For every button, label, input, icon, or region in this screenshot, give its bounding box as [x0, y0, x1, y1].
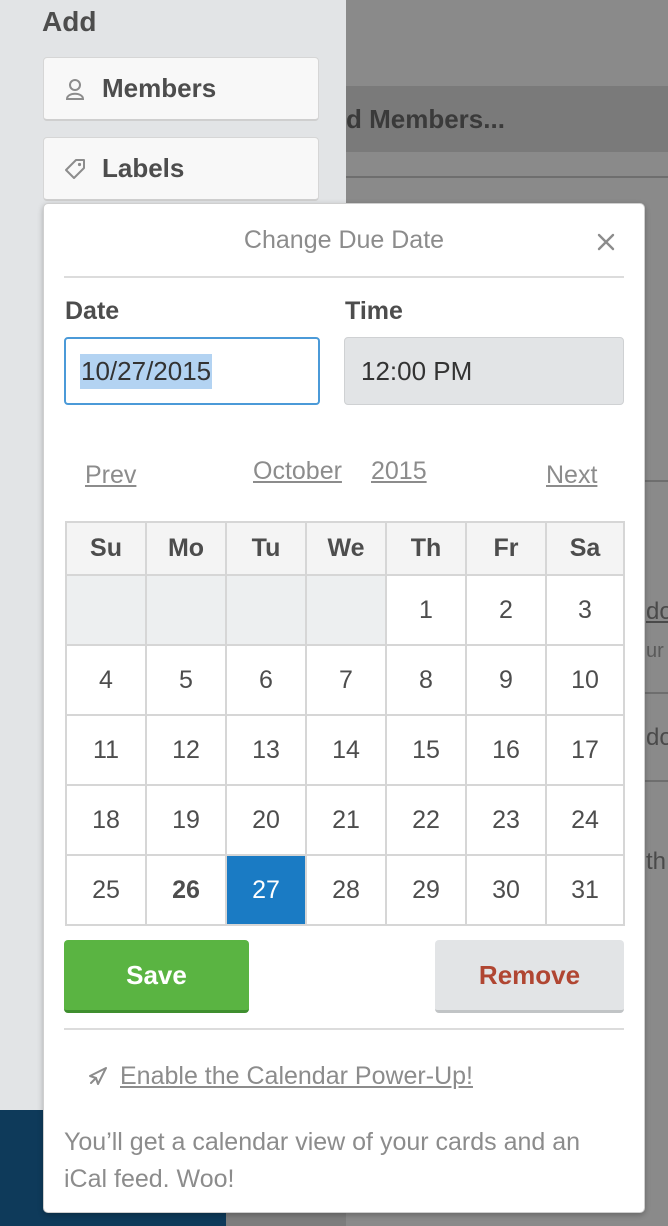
popover-divider — [64, 1028, 624, 1030]
weekday-header: Su — [65, 521, 147, 576]
calendar-week-row: 123 — [65, 574, 625, 646]
members-button[interactable]: Members — [43, 57, 319, 121]
time-input-value: 12:00 PM — [361, 355, 473, 386]
calendar-day[interactable]: 23 — [465, 784, 547, 856]
next-month-link[interactable]: Next — [546, 461, 597, 490]
calendar-day[interactable]: 22 — [385, 784, 467, 856]
save-button[interactable]: Save — [64, 940, 249, 1013]
calendar-day[interactable]: 6 — [225, 644, 307, 716]
calendar-week-row: 11 12 13 14 15 16 17 — [65, 714, 625, 786]
weekday-header: We — [305, 521, 387, 576]
calendar-week-row: 18 19 20 21 22 23 24 — [65, 784, 625, 856]
time-label: Time — [345, 297, 403, 325]
members-button-label: Members — [102, 73, 217, 103]
popover-divider — [64, 276, 624, 278]
calendar-day[interactable]: 12 — [145, 714, 227, 786]
background-fragment: do — [646, 598, 668, 625]
calendar-day[interactable]: 19 — [145, 784, 227, 856]
weekday-header: Mo — [145, 521, 227, 576]
weekday-header: Tu — [225, 521, 307, 576]
weekday-header: Th — [385, 521, 467, 576]
calendar-day[interactable]: 27 — [225, 854, 307, 926]
calendar-day[interactable]: 15 — [385, 714, 467, 786]
labels-button[interactable]: Labels — [43, 137, 319, 201]
labels-button-label: Labels — [102, 153, 185, 183]
calendar-day[interactable]: 10 — [545, 644, 625, 716]
date-input-value: 10/27/2015 — [80, 353, 213, 389]
calendar-day[interactable]: 16 — [465, 714, 547, 786]
calendar-week-row: 4 5 6 7 8 9 10 — [65, 644, 625, 716]
calendar-day[interactable]: 25 — [65, 854, 147, 926]
prev-month-link[interactable]: Prev — [85, 461, 136, 490]
calendar-empty-cell — [145, 574, 227, 646]
date-label: Date — [65, 297, 120, 325]
background-members-heading: d Members... — [346, 104, 505, 134]
calendar-day[interactable]: 31 — [545, 854, 625, 926]
background-divider — [346, 176, 668, 178]
calendar-day[interactable]: 29 — [385, 854, 467, 926]
remove-button[interactable]: Remove — [435, 940, 624, 1013]
calendar-day[interactable]: 7 — [305, 644, 387, 716]
calendar-day[interactable]: 8 — [385, 644, 467, 716]
calendar-day[interactable]: 30 — [465, 854, 547, 926]
calendar-day[interactable]: 5 — [145, 644, 227, 716]
close-icon[interactable] — [592, 228, 620, 256]
calendar-day[interactable]: 28 — [305, 854, 387, 926]
weekday-header-row: Su Mo Tu We Th Fr Sa — [65, 521, 625, 576]
calendar-day[interactable]: 2 — [465, 574, 547, 646]
calendar-powerup-row: Enable the Calendar Power-Up! — [84, 1062, 473, 1091]
calendar-day[interactable]: 20 — [225, 784, 307, 856]
weekday-header: Fr — [465, 521, 547, 576]
background-fragment: th — [646, 848, 667, 875]
calendar-day[interactable]: 4 — [65, 644, 147, 716]
calendar-week-row: 25 26 27 28 29 30 31 — [65, 854, 625, 926]
powerup-description: You’ll get a calendar view of your cards… — [64, 1128, 581, 1193]
sidebar-add-heading: Add — [42, 6, 97, 37]
time-input[interactable]: 12:00 PM — [344, 337, 624, 405]
calendar-day[interactable]: 17 — [545, 714, 625, 786]
calendar-day[interactable]: 3 — [545, 574, 625, 646]
year-select[interactable]: 2015 — [371, 457, 427, 486]
date-input[interactable]: 10/27/2015 — [64, 337, 320, 405]
calendar-day[interactable]: 21 — [305, 784, 387, 856]
change-due-date-popover: Change Due Date Date Time 10/27/2015 12:… — [43, 203, 645, 1213]
background-fragment: ur — [646, 640, 664, 662]
calendar-grid: Su Mo Tu We Th Fr Sa 1 2 3 4 5 6 7 8 9 10 11 12 13 14 15 16 17… — [65, 521, 625, 926]
rocket-icon — [84, 1064, 110, 1090]
calendar-day[interactable]: 9 — [465, 644, 547, 716]
calendar-empty-cell — [225, 574, 307, 646]
calendar-day[interactable]: 1 — [385, 574, 467, 646]
calendar-empty-cell — [305, 574, 387, 646]
weekday-header: Sa — [545, 521, 625, 576]
calendar-day[interactable]: 18 — [65, 784, 147, 856]
background-fragment: do — [646, 724, 668, 751]
calendar-day[interactable]: 26 — [145, 854, 227, 926]
calendar-day[interactable]: 24 — [545, 784, 625, 856]
person-icon — [64, 78, 86, 100]
tag-icon — [64, 158, 86, 180]
month-select[interactable]: October — [253, 457, 342, 486]
calendar-empty-cell — [65, 574, 147, 646]
calendar-day[interactable]: 14 — [305, 714, 387, 786]
calendar-day[interactable]: 11 — [65, 714, 147, 786]
calendar-day[interactable]: 13 — [225, 714, 307, 786]
popover-title: Change Due Date — [243, 226, 445, 254]
enable-calendar-powerup-link[interactable]: Enable the Calendar Power-Up! — [120, 1062, 473, 1091]
